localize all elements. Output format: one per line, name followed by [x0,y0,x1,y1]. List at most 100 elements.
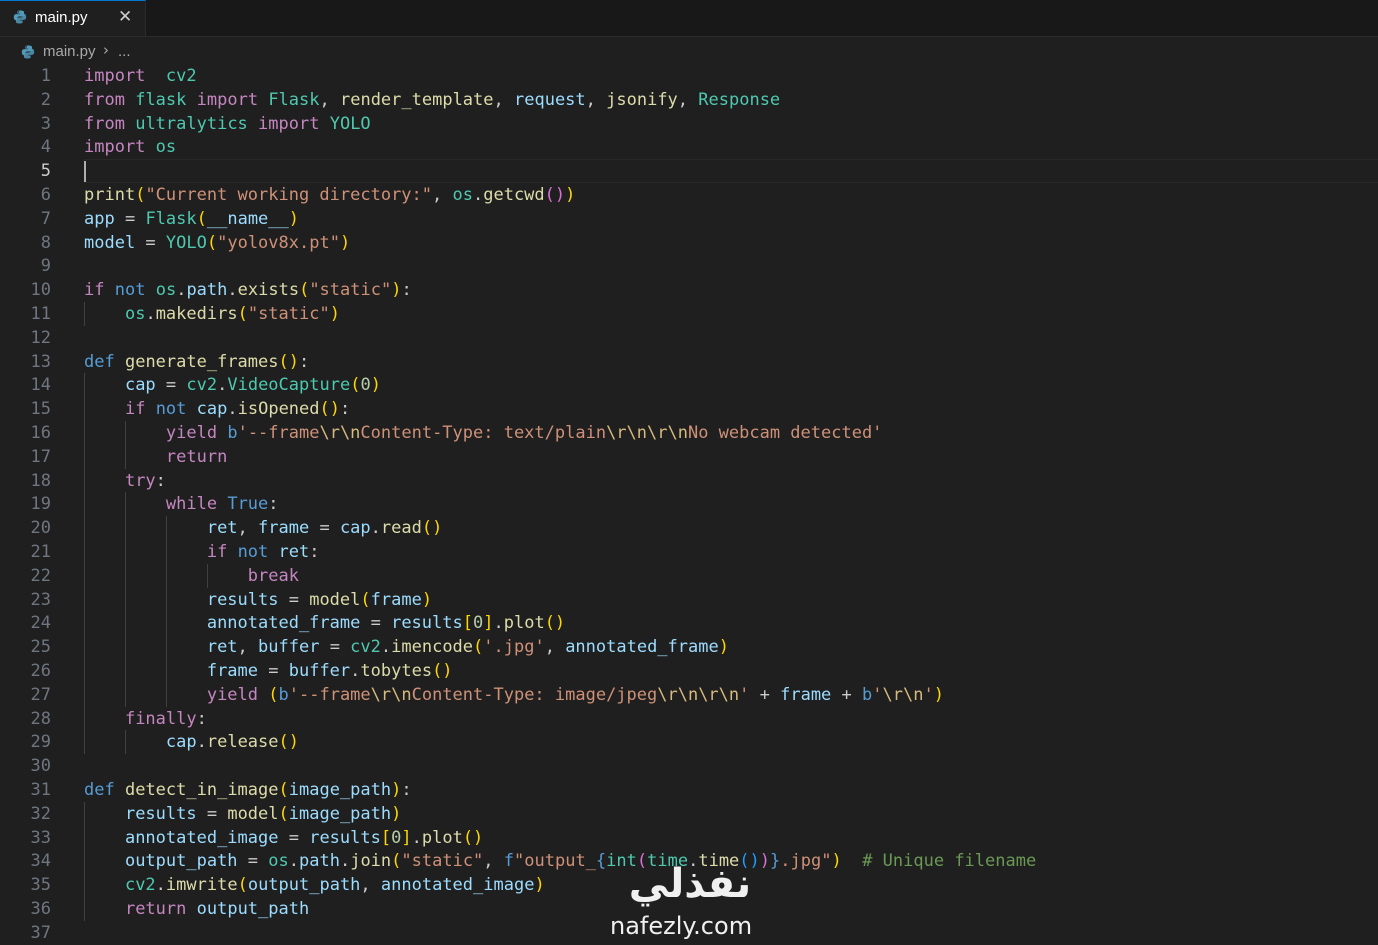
code-line[interactable]: 9 [0,254,1378,278]
code-line[interactable]: 4 import os [0,135,1378,159]
code-editor[interactable]: 1 import cv2 2 from flask import Flask, ren… [0,64,1378,944]
code-token: ( [237,875,248,896]
line-number: 20 [30,518,51,539]
code-line[interactable]: 31 def detect_in_image(image_path): [0,778,1378,802]
breadcrumb-symbols[interactable]: ... [118,43,131,60]
code-line[interactable]: 21 if not ret: [0,540,1378,564]
code-token: , [319,89,340,110]
code-line[interactable]: 32 results = model(image_path) [0,802,1378,826]
code-text: import os [84,135,176,159]
code-token: ] [401,827,412,848]
code-line[interactable]: 30 [0,754,1378,778]
code-line[interactable]: 12 [0,326,1378,350]
line-number: 32 [30,803,51,824]
code-token: results [206,589,279,610]
line-number: 6 [40,185,51,205]
code-line[interactable]: 18 try: [0,469,1378,493]
code-token: ret [206,518,238,539]
code-line[interactable]: 3 from ultralytics import YOLO [0,112,1378,136]
code-token: ) [391,803,402,824]
close-icon[interactable]: ✕ [118,7,132,27]
code-token: cap [339,518,371,539]
code-token: ( [135,185,146,205]
code-token: import [84,66,146,86]
code-line[interactable]: 13 def generate_frames(): [0,350,1378,374]
code-token: results [124,803,197,824]
code-token: return [124,899,187,919]
code-line[interactable]: 28 finally: [0,707,1378,731]
code-token: , [360,875,381,896]
code-line[interactable]: 24 annotated_frame = results[0].plot() [0,611,1378,635]
line-number: 2 [40,89,51,110]
breadcrumb-file[interactable]: main.py [43,43,96,60]
code-token: '--frame [288,684,371,705]
code-line[interactable]: 10 if not os.path.exists("static"): [0,278,1378,302]
code-line[interactable]: 33 annotated_image = results[0].plot() [0,826,1378,850]
code-line[interactable]: 8 model = YOLO("yolov8x.pt") [0,231,1378,255]
code-token: . [176,280,187,301]
code-token: '.jpg' [483,637,545,658]
code-text: if not cap.isOpened(): [84,397,350,421]
code-token: join [350,851,392,872]
code-token: model [227,803,279,824]
code-token: ) [534,875,545,896]
code-token: , [237,518,259,539]
code-token: Content-Type: text/plain [360,423,607,443]
code-text: ret, buffer = cv2.imencode('.jpg', annot… [84,635,729,659]
code-token: ( [268,684,279,705]
code-token: , [544,637,566,658]
code-line[interactable]: 29 cap.release() [0,730,1378,754]
code-token: . [350,661,361,681]
code-token: , [483,851,504,872]
code-line[interactable]: 16 yield b'--frame\r\nContent-Type: text… [0,421,1378,445]
code-token: () [544,613,566,634]
code-line[interactable]: 19 while True: [0,492,1378,516]
code-token: VideoCapture [227,375,351,396]
code-token: ) [339,232,351,253]
code-token: = [278,589,310,610]
code-token: . [227,280,238,301]
code-line[interactable]: 27 yield (b'--frame\r\nContent-Type: ima… [0,683,1378,707]
code-token: () [462,827,484,848]
line-number: 28 [30,708,51,729]
watermark-url: nafezly.com [610,912,753,940]
code-line[interactable]: 23 results = model(frame) [0,588,1378,612]
code-line[interactable]: 5 [0,159,1378,183]
tab-main-py[interactable]: main.py ✕ [0,0,146,36]
line-number: 25 [30,637,51,658]
code-line[interactable]: 1 import cv2 [0,64,1378,88]
code-line[interactable]: 2 from flask import Flask, render_templat… [0,88,1378,112]
code-line[interactable]: 17 return [0,445,1378,469]
code-line[interactable]: 26 frame = buffer.tobytes() [0,659,1378,683]
code-token: \r\n\r\n [606,423,688,443]
code-text: app = Flask(__name__) [84,207,299,231]
code-token: : [401,280,412,301]
line-number: 7 [40,208,51,229]
code-token: . [370,518,381,539]
code-token: . [155,875,166,896]
line-number: 19 [30,494,51,515]
code-token: . [339,851,351,872]
code-text: finally: [84,707,207,731]
code-token: '--frame [237,423,320,443]
code-token: buffer [258,637,320,658]
code-token: isOpened [237,399,320,420]
code-token: ) [831,851,842,872]
code-token: annotated_image [380,875,535,896]
code-line[interactable]: 22 break [0,564,1378,588]
code-line[interactable]: 20 ret, frame = cap.read() [0,516,1378,540]
code-line[interactable]: 25 ret, buffer = cv2.imencode('.jpg', an… [0,635,1378,659]
code-token: render_template [339,89,494,110]
code-line[interactable]: 15 if not cap.isOpened(): [0,397,1378,421]
code-line[interactable]: 7 app = Flask(__name__) [0,207,1378,231]
code-line[interactable]: 11 os.makedirs("static") [0,302,1378,326]
code-line[interactable]: 14 cap = cv2.VideoCapture(0) [0,373,1378,397]
code-token: = [258,661,289,681]
code-line[interactable]: 6 print("Current working directory:", os.… [0,183,1378,207]
